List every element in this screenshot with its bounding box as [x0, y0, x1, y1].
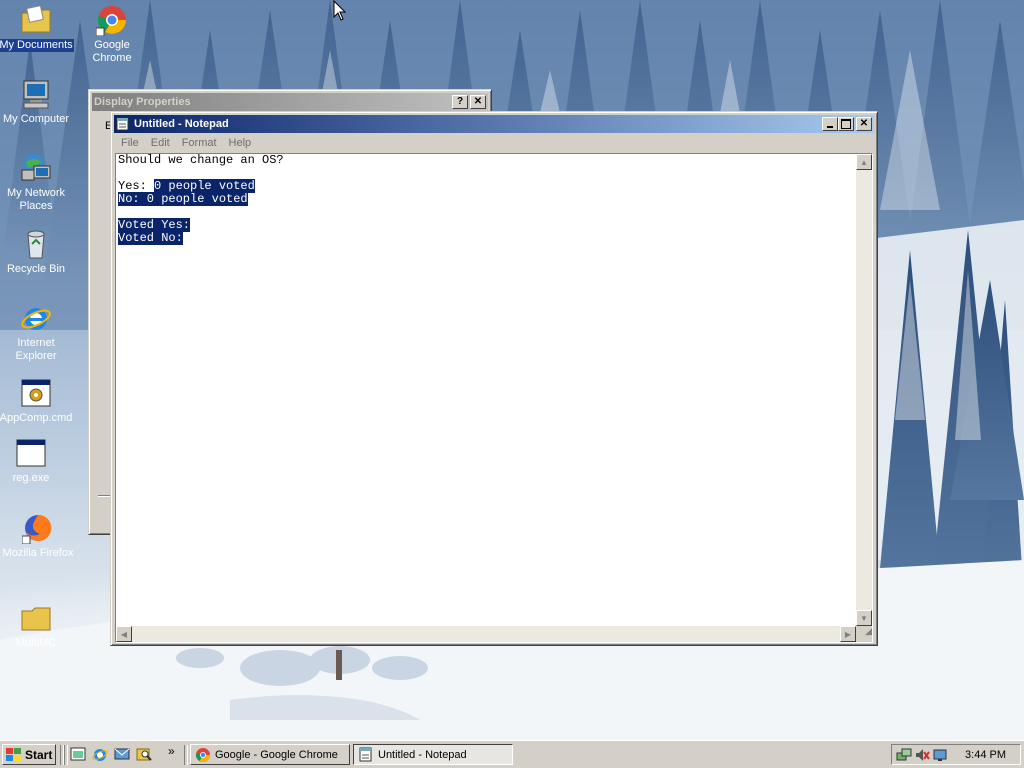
notepad-icon — [115, 117, 131, 131]
display-tray-icon[interactable] — [932, 747, 948, 763]
network-tray-icon[interactable] — [896, 747, 912, 763]
document-text[interactable]: Should we change an OS? Yes: 0 people vo… — [118, 154, 854, 624]
desktop-icon-label: AppComp.cmd — [0, 412, 73, 424]
menu-file[interactable]: File — [115, 135, 145, 153]
folder-icon — [20, 602, 52, 634]
outlook-icon[interactable] — [114, 746, 130, 762]
clock[interactable]: 3:44 PM — [965, 749, 1006, 761]
quick-launch-overflow[interactable]: » — [168, 744, 175, 758]
mouse-cursor-icon — [333, 0, 347, 21]
windows-logo-icon — [6, 747, 21, 761]
selected-text: Voted Yes: — [118, 218, 191, 232]
taskbar: Start » Google - Google Chrome Untitled … — [0, 740, 1024, 768]
notepad-titlebar[interactable]: Untitled - Notepad ✕ — [114, 115, 874, 133]
chrome-icon — [196, 747, 210, 762]
text-line: Yes: — [118, 179, 155, 193]
start-label: Start — [25, 747, 53, 762]
size-grip[interactable]: ◢ — [856, 626, 872, 642]
scroll-left-button[interactable]: ◀ — [116, 626, 132, 642]
window-title: Untitled - Notepad — [134, 118, 229, 130]
desktop-icon-google-chrome[interactable]: Google Chrome — [74, 4, 150, 65]
selected-text: 0 people voted — [154, 179, 255, 193]
start-button[interactable]: Start — [2, 744, 56, 765]
help-button[interactable]: ? — [452, 95, 468, 109]
desktop-icon-my-computer[interactable]: My Computer — [0, 78, 74, 126]
exe-icon — [15, 437, 47, 469]
desktop-icon-recycle-bin[interactable]: Recycle Bin — [0, 228, 74, 276]
desktop-icon-label: My Computer — [2, 113, 70, 125]
desktop-icon-appcomp-cmd[interactable]: AppComp.cmd — [0, 377, 74, 425]
desktop-icon-my-documents[interactable]: My Documents — [0, 4, 74, 52]
firefox-icon — [21, 512, 54, 545]
task-button-chrome[interactable]: Google - Google Chrome — [190, 744, 350, 765]
chrome-icon — [95, 4, 128, 37]
close-button[interactable]: ✕ — [856, 117, 872, 131]
vertical-scrollbar[interactable]: ▲ ▼ — [856, 154, 872, 626]
separator — [184, 745, 188, 765]
menu-edit[interactable]: Edit — [145, 135, 176, 153]
text-line: Should we change an OS? — [118, 153, 284, 167]
selected-text: Voted No: — [118, 231, 183, 245]
task-button-notepad[interactable]: Untitled - Notepad — [353, 744, 513, 765]
desktop-icon-label: My Documents — [0, 39, 74, 52]
desktop-icon-label: Recycle Bin — [6, 263, 66, 275]
scroll-up-button[interactable]: ▲ — [856, 154, 872, 170]
folder-documents-icon — [20, 4, 52, 36]
desktop-icon-multimc[interactable]: MultiMC — [0, 602, 74, 650]
maximize-button[interactable] — [838, 117, 854, 131]
desktop-icon[interactable] — [70, 746, 86, 762]
desktop-icon-reg-exe[interactable]: reg.exe — [0, 437, 69, 485]
quick-launch — [70, 746, 152, 762]
ie-icon — [20, 302, 52, 334]
desktop-icon-label: Google Chrome — [92, 39, 132, 64]
scroll-right-button[interactable]: ▶ — [840, 626, 856, 642]
task-label: Untitled - Notepad — [378, 748, 467, 761]
scroll-down-button[interactable]: ▼ — [856, 610, 872, 626]
notepad-icon — [359, 747, 372, 761]
minimize-button[interactable] — [822, 117, 838, 131]
desktop-icon-internet-explorer[interactable]: Internet Explorer — [0, 302, 74, 363]
desktop-icon-label: Internet Explorer — [15, 337, 57, 362]
horizontal-scrollbar[interactable]: ◀ ▶ — [116, 626, 856, 642]
text-editor[interactable]: Should we change an OS? Yes: 0 people vo… — [115, 153, 873, 643]
display-properties-titlebar[interactable]: Display Properties ? ✕ — [92, 93, 488, 111]
desktop-icon-label: My Network Places — [6, 187, 66, 212]
notepad-window[interactable]: Untitled - Notepad ✕ File Edit Format He… — [110, 111, 878, 646]
computer-icon — [20, 78, 52, 110]
task-label: Google - Google Chrome — [215, 748, 338, 761]
network-icon — [20, 152, 52, 184]
desktop-icon-label: reg.exe — [12, 472, 50, 484]
desktop-icon-label: MultiMC — [15, 637, 57, 649]
recycle-bin-icon — [20, 228, 52, 260]
close-button[interactable]: ✕ — [470, 95, 486, 109]
desktop-icon-my-network-places[interactable]: My Network Places — [0, 152, 74, 213]
system-tray: 3:44 PM — [891, 744, 1021, 765]
menu-format[interactable]: Format — [176, 135, 223, 153]
cmd-icon — [20, 377, 52, 409]
separator — [64, 745, 68, 765]
search-icon[interactable] — [136, 746, 152, 762]
menubar: File Edit Format Help — [115, 135, 873, 153]
menu-help[interactable]: Help — [223, 135, 258, 153]
desktop-icon-label: Mozilla Firefox — [2, 547, 74, 559]
window-title: Display Properties — [94, 96, 191, 108]
ie-icon[interactable] — [92, 746, 108, 762]
selected-text: No: 0 people voted — [118, 192, 248, 206]
desktop-icon-mozilla-firefox[interactable]: Mozilla Firefox — [0, 512, 76, 560]
volume-muted-icon[interactable] — [914, 747, 930, 763]
